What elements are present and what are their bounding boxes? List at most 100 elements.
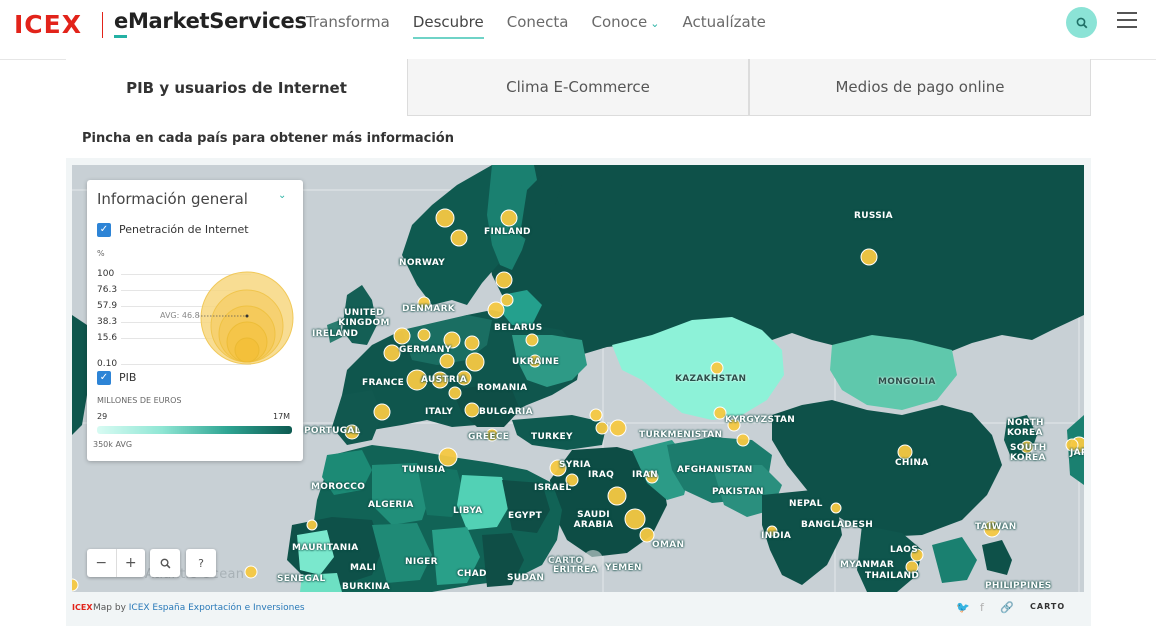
label-ukraine: UKRAINE: [512, 357, 560, 367]
nav-conoce-label: Conoce: [591, 13, 648, 31]
tab-clima-ecommerce[interactable]: Clima E-Commerce: [407, 59, 749, 116]
label-bulgaria: BULGARIA: [479, 407, 533, 417]
label-austria: AUSTRIA: [421, 375, 467, 385]
pib-label: PIB: [119, 371, 137, 384]
pib-gradient-bar: [97, 426, 292, 434]
label-yemen: YEMEN: [605, 563, 642, 573]
label-bangladesh: BANGLADESH: [801, 520, 874, 530]
label-north-korea: NORTH KOREA: [1007, 418, 1044, 438]
label-finland: FINLAND: [484, 227, 531, 237]
label-kazakhstan: KAZAKHSTAN: [675, 374, 747, 384]
tick-100: 100: [97, 269, 115, 279]
logo-separator: [102, 12, 103, 38]
nav-descubre[interactable]: Descubre: [412, 13, 484, 39]
tab-pib-usuarios[interactable]: PIB y usuarios de Internet: [66, 59, 407, 116]
label-italy: ITALY: [425, 407, 454, 417]
label-libya: LIBYA: [453, 506, 483, 516]
tick-0: 0.10: [97, 359, 118, 369]
attribution-link[interactable]: ICEX España Exportación e Inversiones: [129, 603, 305, 613]
logo-accent-bar: [114, 35, 127, 38]
carto-badge[interactable]: CARTO: [1030, 602, 1065, 611]
pib-min: 29: [97, 412, 108, 421]
carto-text: CARTO: [1030, 602, 1066, 611]
zoom-controls: − +: [87, 549, 145, 577]
label-taiwan: TAIWAN: [975, 522, 1017, 532]
legend-panel: Información general ⌄ ✓ Penetración de I…: [87, 180, 303, 461]
map-instruction: Pincha en cada país para obtener más inf…: [82, 131, 454, 146]
link-icon[interactable]: 🔗: [1000, 601, 1014, 614]
nav-transforma[interactable]: Transforma: [306, 13, 390, 39]
label-united-kingdom: UNITED KINGDOM: [338, 308, 390, 328]
internet-checkbox[interactable]: ✓: [97, 223, 111, 237]
label-sudan: SUDAN: [507, 573, 545, 583]
pib-checkbox[interactable]: ✓: [97, 371, 111, 385]
emarketservices-logo[interactable]: eMarketServices: [114, 9, 307, 33]
label-thailand: THAILAND: [865, 571, 920, 581]
tick-15: 15.6: [97, 333, 118, 343]
label-tunisia: TUNISIA: [402, 465, 446, 475]
search-icon: [1076, 17, 1087, 28]
label-mongolia: MONGOLIA: [878, 377, 936, 387]
zoom-in-button[interactable]: +: [117, 555, 146, 571]
label-south-korea: SOUTH KOREA: [1010, 443, 1047, 463]
label-mauritania: MAURITANIA: [292, 543, 359, 553]
facebook-icon[interactable]: f: [980, 601, 984, 614]
tab-bar: PIB y usuarios de Internet Clima E-Comme…: [66, 59, 1091, 116]
nav-actualizate[interactable]: Actualízate: [683, 13, 766, 39]
nav-conecta[interactable]: Conecta: [507, 13, 569, 39]
label-oman: OMAN: [652, 540, 685, 550]
internet-unit: %: [97, 249, 105, 258]
tick-76: 76.3: [97, 285, 118, 295]
main-nav: Transforma Descubre Conecta Conoce ⌄ Actu…: [306, 13, 789, 39]
map-help-button[interactable]: ?: [186, 549, 216, 577]
label-laos: LAOS: [890, 545, 919, 555]
label-myanmar: MYANMAR: [840, 560, 895, 570]
nav-conoce[interactable]: Conoce ⌄: [591, 13, 659, 39]
label-eritrea: ERITREA: [553, 565, 598, 575]
chevron-down-icon: ⌄: [650, 17, 660, 30]
label-iraq: IRAQ: [588, 470, 615, 480]
icex-logo[interactable]: ICEX: [14, 10, 82, 39]
label-israel: ISRAEL: [534, 483, 572, 493]
label-ireland: IRELAND: [312, 329, 359, 339]
label-senegal: SENEGAL: [277, 574, 326, 584]
label-pakistan: PAKISTAN: [712, 487, 764, 497]
label-denmark: DENMARK: [402, 304, 456, 314]
tick-57: 57.9: [97, 301, 118, 311]
search-button[interactable]: [1066, 7, 1097, 38]
label-belarus: BELARUS: [494, 323, 543, 333]
attribution-text: Map by ICEX España Exportación e Inversi…: [93, 603, 305, 613]
icex-mini-logo: ICEX: [72, 603, 93, 612]
label-philippines: PHILIPPINES: [985, 581, 1052, 591]
attribution-prefix: Map by: [93, 603, 126, 613]
hamburger-icon[interactable]: [1117, 12, 1137, 28]
twitter-icon[interactable]: 🐦: [956, 601, 970, 614]
label-burkina: BURKINA: [342, 582, 391, 592]
label-india: INDIA: [761, 531, 792, 541]
map-attribution: ICEX Map by ICEX España Exportación e In…: [72, 599, 1084, 621]
label-germany: GERMANY: [399, 345, 452, 355]
label-greece: GREECE: [468, 432, 510, 442]
search-icon: [160, 558, 170, 568]
chevron-down-icon[interactable]: ⌄: [278, 190, 286, 201]
label-france: FRANCE: [362, 378, 405, 388]
map-search-button[interactable]: [150, 549, 180, 577]
label-turkmenistan: TURKMENISTAN: [639, 430, 723, 440]
label-syria: SYRIA: [559, 460, 591, 470]
label-morocco: MOROCCO: [311, 482, 366, 492]
label-kyrgyzstan: KYRGYZSTAN: [725, 415, 796, 425]
zoom-out-button[interactable]: −: [87, 555, 116, 571]
pib-unit: MILLONES DE EUROS: [97, 396, 182, 405]
pib-max: 17M: [273, 412, 291, 421]
label-turkey: TURKEY: [531, 432, 573, 442]
label-romania: ROMANIA: [477, 383, 528, 393]
label-japan: JAPAN: [1070, 448, 1084, 458]
label-afghanistan: AFGHANISTAN: [677, 465, 753, 475]
label-niger: NIGER: [405, 557, 438, 567]
top-header: ICEX eMarketServices Transforma Descubre…: [0, 0, 1156, 60]
internet-avg: AVG: 46.8: [160, 311, 200, 320]
label-saudi-arabia: SAUDI ARABIA: [573, 510, 614, 530]
label-russia: RUSSIA: [854, 211, 893, 221]
pib-avg: 350k AVG: [93, 440, 133, 449]
tab-medios-pago[interactable]: Medios de pago online: [749, 59, 1091, 116]
